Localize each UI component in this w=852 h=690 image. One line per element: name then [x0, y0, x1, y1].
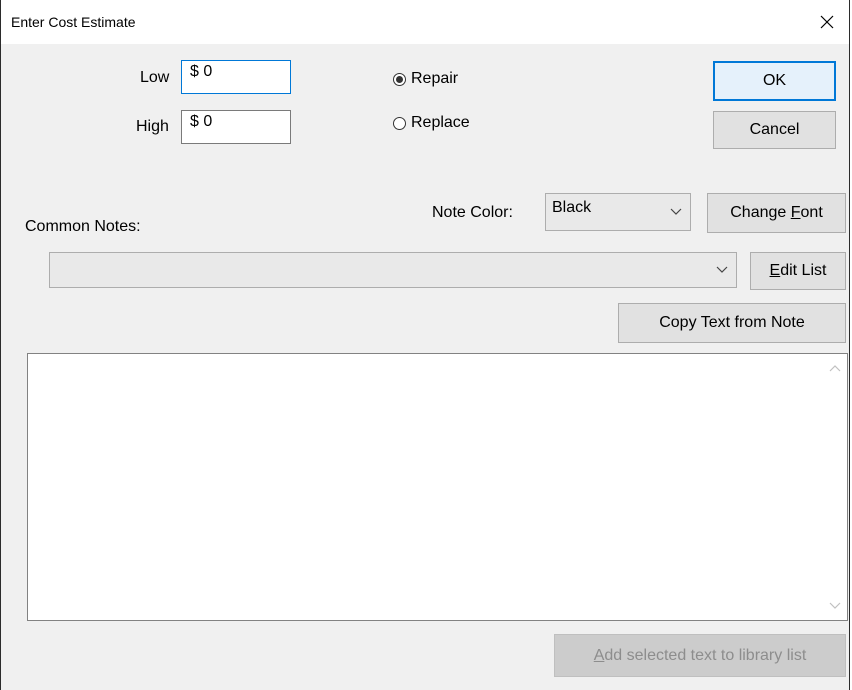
dialog-window: Enter Cost Estimate Low $ 0 High $ 0 Rep…	[0, 0, 850, 690]
replace-radio-label: Replace	[411, 114, 470, 131]
edit-list-label: Edit List	[769, 262, 827, 279]
copy-text-from-note-button[interactable]: Copy Text from Note	[618, 303, 846, 343]
radio-unselected-icon	[393, 116, 406, 130]
scroll-down-arrow-icon[interactable]	[829, 602, 841, 610]
add-to-library-button[interactable]: Add selected text to library list	[554, 634, 846, 677]
common-notes-label: Common Notes:	[25, 218, 141, 235]
radio-selected-icon	[393, 72, 406, 86]
edit-list-button[interactable]: Edit List	[750, 252, 846, 290]
scroll-up-arrow-icon[interactable]	[829, 364, 841, 372]
note-color-select[interactable]: Black	[545, 193, 691, 231]
low-label: Low	[140, 69, 170, 86]
chevron-down-icon	[716, 266, 728, 273]
ok-button[interactable]: OK	[713, 61, 836, 101]
close-icon	[820, 15, 834, 29]
note-color-label: Note Color:	[432, 204, 513, 221]
note-color-value: Black	[552, 199, 592, 216]
repair-radio[interactable]: Repair	[393, 70, 458, 88]
cancel-button[interactable]: Cancel	[713, 111, 836, 149]
close-button[interactable]	[805, 0, 849, 44]
low-cost-input[interactable]: $ 0	[181, 60, 291, 94]
chevron-down-icon	[670, 208, 682, 215]
title-bar: Enter Cost Estimate	[1, 0, 849, 44]
replace-radio[interactable]: Replace	[393, 114, 470, 132]
change-font-button[interactable]: Change Font	[707, 193, 846, 233]
common-notes-select[interactable]	[49, 252, 737, 288]
high-label: High	[136, 118, 169, 135]
window-title: Enter Cost Estimate	[11, 14, 136, 30]
high-cost-input[interactable]: $ 0	[181, 110, 291, 144]
repair-radio-label: Repair	[411, 70, 459, 87]
notes-textarea[interactable]	[27, 353, 848, 621]
add-to-library-label: Add selected text to library list	[593, 646, 807, 664]
change-font-label: Change Font	[730, 204, 823, 221]
